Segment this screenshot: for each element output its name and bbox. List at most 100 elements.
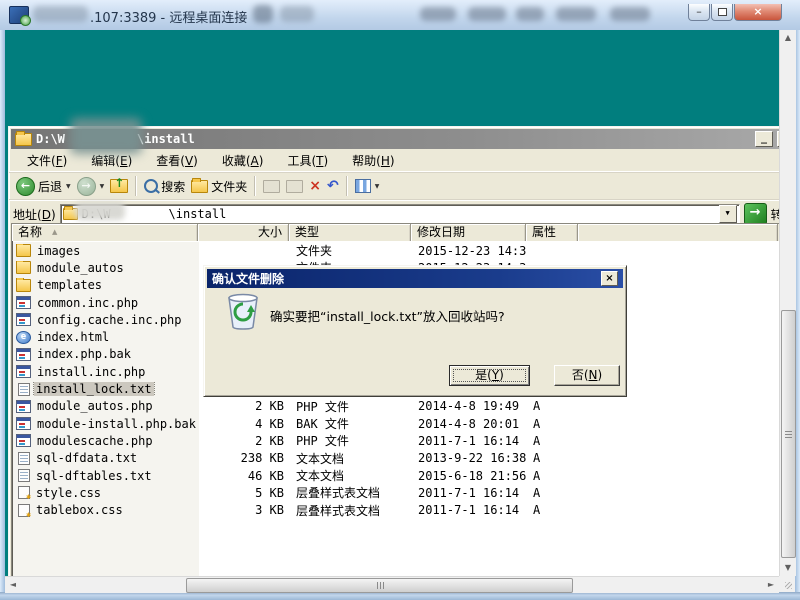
redacted-blob bbox=[610, 7, 650, 21]
rdp-minimize-button[interactable]: – bbox=[688, 4, 710, 21]
css-file-icon bbox=[18, 504, 30, 517]
file-attr: A bbox=[527, 417, 579, 431]
delete-button[interactable]: × bbox=[306, 178, 324, 194]
column-header[interactable]: 名称▲ bbox=[12, 224, 198, 241]
folders-label: 文件夹 bbox=[211, 178, 247, 195]
file-type: PHP 文件 bbox=[290, 432, 412, 449]
file-name: sql-dftables.txt bbox=[34, 469, 154, 483]
menu-item[interactable]: 帮助(H) bbox=[340, 150, 406, 171]
column-header[interactable]: 修改日期 bbox=[411, 224, 526, 241]
horizontal-scrollbar-thumb[interactable] bbox=[186, 578, 573, 593]
yes-button[interactable]: 是(Y) bbox=[449, 365, 530, 386]
file-attr: A bbox=[527, 486, 579, 500]
redacted-blob bbox=[556, 7, 596, 21]
toolbar-separator bbox=[135, 176, 137, 196]
horizontal-scrollbar[interactable]: ◄ ► bbox=[5, 576, 779, 593]
php-file-icon bbox=[16, 400, 31, 413]
scroll-right-button[interactable]: ► bbox=[763, 577, 779, 593]
undo-button[interactable]: ↶ bbox=[324, 178, 342, 194]
table-row[interactable]: sql-dftables.txt46 KB文本文档2015-6-18 21:56… bbox=[13, 467, 779, 484]
close-icon: × bbox=[753, 5, 762, 18]
list-header: 名称▲大小类型修改日期属性 bbox=[12, 224, 779, 241]
vertical-scrollbar-thumb[interactable] bbox=[781, 310, 796, 558]
table-row[interactable]: modulescache.php2 KBPHP 文件2011-7-1 16:14… bbox=[13, 432, 779, 449]
file-type: 文本文档 bbox=[290, 467, 412, 484]
php-file-icon bbox=[16, 365, 31, 378]
rdp-restore-button[interactable] bbox=[711, 4, 733, 21]
file-attr: A bbox=[527, 399, 579, 413]
sort-ascending-icon: ▲ bbox=[52, 228, 57, 236]
file-date: 2014-4-8 20:01 bbox=[412, 417, 527, 431]
menu-item[interactable]: 查看(V) bbox=[144, 150, 210, 171]
vertical-scrollbar[interactable]: ▲ ▼ bbox=[779, 30, 796, 576]
file-name: modulescache.php bbox=[35, 434, 155, 448]
no-button[interactable]: 否(N) bbox=[554, 365, 620, 386]
menu-item[interactable]: 文件(F) bbox=[15, 150, 79, 171]
move-to-button[interactable] bbox=[260, 179, 283, 194]
chevron-down-icon: ▼ bbox=[375, 183, 380, 190]
go-arrow-icon: → bbox=[750, 205, 761, 220]
explorer-toolbar: ← 后退 ▼ → ▼ 搜索 文件夹 × ↶ bbox=[9, 172, 779, 200]
html-file-icon: e bbox=[16, 331, 31, 344]
file-type: 文本文档 bbox=[290, 450, 412, 467]
redacted-blob bbox=[75, 202, 125, 220]
column-header[interactable]: 属性 bbox=[526, 224, 578, 241]
dialog-close-button[interactable]: × bbox=[601, 271, 618, 286]
scroll-down-button[interactable]: ▼ bbox=[780, 560, 796, 576]
file-date: 2011-7-1 16:14 bbox=[412, 434, 527, 448]
search-button[interactable]: 搜索 bbox=[141, 177, 188, 196]
file-type: 文件夹 bbox=[290, 242, 412, 259]
explorer-title-prefix: D:\W bbox=[36, 132, 65, 146]
dialog-titlebar[interactable]: 确认文件删除 × bbox=[207, 269, 623, 288]
delete-icon: × bbox=[309, 179, 321, 193]
table-row[interactable]: images文件夹2015-12-23 14:31 bbox=[13, 242, 779, 259]
folders-button[interactable]: 文件夹 bbox=[188, 177, 250, 196]
rdp-frame-bottom bbox=[0, 592, 800, 600]
views-icon bbox=[355, 179, 371, 193]
rdp-close-button[interactable]: × bbox=[734, 4, 782, 21]
forward-button[interactable]: → ▼ bbox=[74, 176, 108, 197]
scroll-up-button[interactable]: ▲ bbox=[780, 30, 796, 46]
file-name: images bbox=[35, 244, 82, 258]
table-row[interactable]: module-install.php.bak4 KBBAK 文件2014-4-8… bbox=[13, 415, 779, 432]
column-header[interactable] bbox=[578, 224, 778, 241]
toolbar-separator bbox=[346, 176, 348, 196]
menu-item[interactable]: 工具(T) bbox=[275, 150, 340, 171]
table-row[interactable]: tablebox.css3 KB层叠样式表文档2011-7-1 16:14A bbox=[13, 501, 779, 518]
file-name: style.css bbox=[34, 486, 103, 500]
menu-item[interactable]: 收藏(A) bbox=[210, 150, 276, 171]
file-attr: A bbox=[527, 469, 579, 483]
scroll-left-button[interactable]: ◄ bbox=[5, 577, 21, 593]
php-file-icon bbox=[16, 417, 31, 430]
file-date: 2015-6-18 21:56 bbox=[412, 469, 527, 483]
column-header[interactable]: 类型 bbox=[289, 224, 411, 241]
column-header[interactable]: 大小 bbox=[198, 224, 289, 241]
rdp-titlebar: .107:3389 - 远程桌面连接 – × bbox=[0, 0, 800, 31]
up-button[interactable] bbox=[107, 178, 131, 194]
table-row[interactable]: sql-dfdata.txt238 KB文本文档2013-9-22 16:38A bbox=[13, 450, 779, 467]
file-attr: A bbox=[527, 434, 579, 448]
resize-grip[interactable] bbox=[779, 576, 795, 592]
rdp-system-icon[interactable] bbox=[9, 6, 29, 24]
file-size: 238 KB bbox=[199, 451, 290, 465]
table-row[interactable]: style.css5 KB层叠样式表文档2011-7-1 16:14A bbox=[13, 484, 779, 501]
file-type: PHP 文件 bbox=[290, 398, 412, 415]
folder-icon bbox=[16, 279, 31, 292]
file-name: tablebox.css bbox=[34, 503, 125, 517]
copy-to-button[interactable] bbox=[283, 179, 306, 194]
minimize-icon: _ bbox=[761, 133, 767, 144]
address-dropdown-button[interactable]: ▼ bbox=[719, 205, 737, 223]
back-icon: ← bbox=[16, 177, 35, 196]
back-button[interactable]: ← 后退 ▼ bbox=[13, 176, 74, 197]
file-name: index.html bbox=[35, 330, 111, 344]
file-size: 4 KB bbox=[199, 417, 290, 431]
table-row[interactable]: module_autos.php2 KBPHP 文件2014-4-8 19:49… bbox=[13, 398, 779, 415]
file-size: 2 KB bbox=[199, 399, 290, 413]
go-button[interactable]: → bbox=[744, 203, 767, 225]
chevron-down-icon: ▼ bbox=[726, 209, 730, 217]
explorer-minimize-button[interactable]: _ bbox=[755, 131, 773, 147]
views-button[interactable]: ▼ bbox=[352, 178, 383, 194]
address-input[interactable]: D:\W \install ▼ bbox=[60, 204, 740, 224]
php-file-icon bbox=[16, 296, 31, 309]
screen: { "colors":{"desktop":"#017e7e","dialog_… bbox=[0, 0, 800, 600]
